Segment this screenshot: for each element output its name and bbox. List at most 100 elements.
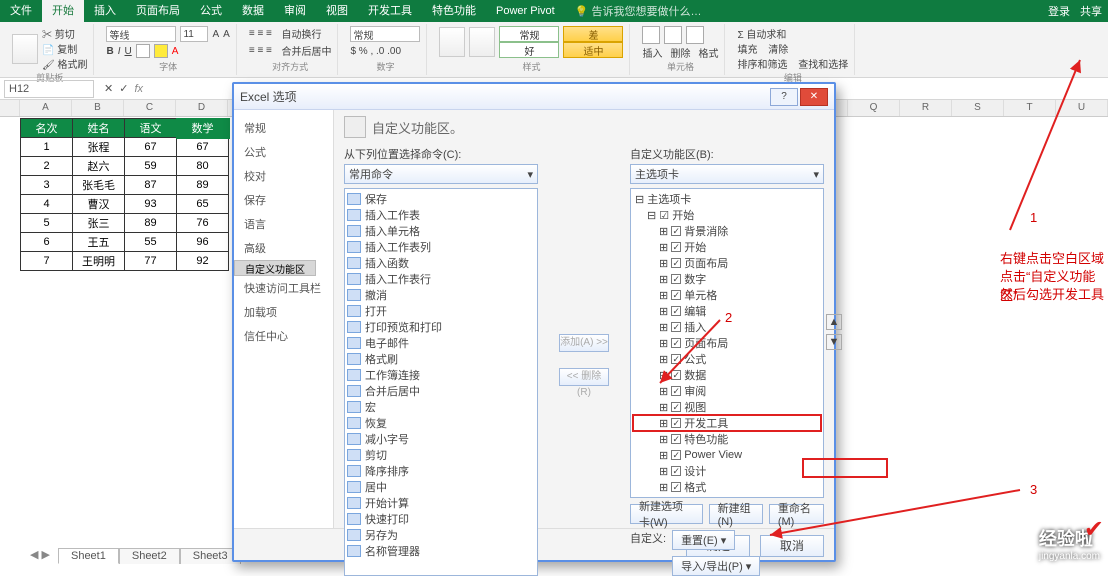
table-cell[interactable]: 89 bbox=[177, 176, 229, 195]
checkbox-icon[interactable]: ✓ bbox=[671, 322, 681, 332]
checkbox-icon[interactable]: ✓ bbox=[671, 306, 681, 316]
cut-button[interactable]: ✂ 剪切 bbox=[42, 26, 87, 41]
command-item[interactable]: 降序排序 bbox=[347, 463, 535, 479]
table-cell[interactable]: 89 bbox=[125, 214, 177, 233]
paste-button[interactable] bbox=[12, 34, 38, 64]
table-cell[interactable]: 55 bbox=[125, 233, 177, 252]
tab-data[interactable]: 数据 bbox=[232, 0, 274, 22]
tab-formulas[interactable]: 公式 bbox=[190, 0, 232, 22]
category-item[interactable]: 校对 bbox=[234, 164, 333, 188]
left-dropdown[interactable]: 常用命令▾ bbox=[344, 164, 538, 184]
fill-color-icon[interactable] bbox=[154, 44, 168, 58]
style-good[interactable]: 好 bbox=[499, 42, 559, 58]
add-button[interactable]: 添加(A) >> bbox=[559, 334, 609, 352]
tree-item[interactable]: ⊞ ✓ 开始 bbox=[633, 239, 821, 255]
checkbox-icon[interactable]: ✓ bbox=[671, 354, 681, 364]
table-cell[interactable]: 王明明 bbox=[73, 252, 125, 271]
style-neutral[interactable]: 适中 bbox=[563, 42, 623, 58]
tree-item[interactable]: ⊞ ✓ 数据 bbox=[633, 367, 821, 383]
category-list[interactable]: 常规公式校对保存语言高级自定义功能区快速访问工具栏加载项信任中心 bbox=[234, 110, 334, 528]
table-cell[interactable]: 87 bbox=[125, 176, 177, 195]
command-item[interactable]: 打印预览和打印 bbox=[347, 319, 535, 335]
command-item[interactable]: 插入工作表行 bbox=[347, 271, 535, 287]
tree-item[interactable]: ⊞ ✓ Power View bbox=[633, 447, 821, 463]
tab-file[interactable]: 文件 bbox=[0, 0, 42, 22]
tree-root[interactable]: ⊟ 主选项卡 bbox=[633, 191, 821, 207]
tree-item[interactable]: ⊞ ✓ 格式 bbox=[633, 479, 821, 495]
font-shrink-icon[interactable]: A bbox=[223, 29, 230, 40]
import-export-button[interactable]: 导入/导出(P) ▾ bbox=[672, 556, 760, 576]
category-item[interactable]: 信任中心 bbox=[234, 324, 333, 348]
sheet-nav[interactable]: ◀ ▶ bbox=[30, 548, 50, 564]
tabs-tree[interactable]: ⊟ 主选项卡⊟ ☑ 开始⊞ ✓ 背景消除⊞ ✓ 开始⊞ ✓ 页面布局⊞ ✓ 数字… bbox=[630, 188, 824, 498]
copy-button[interactable]: 📄 复制 bbox=[42, 41, 87, 56]
tree-item[interactable]: ⊞ ✓ 审阅 bbox=[633, 383, 821, 399]
new-group-button[interactable]: 新建组(N) bbox=[709, 504, 763, 524]
table-cell[interactable]: 3 bbox=[21, 176, 73, 195]
underline-button[interactable]: U bbox=[125, 46, 132, 57]
table-format-button[interactable] bbox=[469, 27, 495, 57]
table-cell[interactable]: 76 bbox=[177, 214, 229, 233]
category-item[interactable]: 自定义功能区 bbox=[234, 260, 316, 276]
command-item[interactable]: 打开 bbox=[347, 303, 535, 319]
category-item[interactable]: 语言 bbox=[234, 212, 333, 236]
tree-item[interactable]: ⊞ ✓ 背景消除 bbox=[633, 223, 821, 239]
sheet-tab-1[interactable]: Sheet1 bbox=[58, 548, 119, 564]
command-item[interactable]: 插入工作表 bbox=[347, 207, 535, 223]
command-item[interactable]: 合并后居中 bbox=[347, 383, 535, 399]
checkbox-icon[interactable]: ✓ bbox=[671, 226, 681, 236]
table-cell[interactable]: 张三 bbox=[73, 214, 125, 233]
command-item[interactable]: 工作簿连接 bbox=[347, 367, 535, 383]
font-name[interactable]: 等线 bbox=[106, 26, 176, 42]
table-cell[interactable]: 93 bbox=[125, 195, 177, 214]
checkbox-icon[interactable]: ✓ bbox=[671, 466, 681, 476]
font-color-icon[interactable]: A bbox=[172, 46, 179, 57]
commands-list[interactable]: 保存插入工作表插入单元格插入工作表列插入函数插入工作表行撤消打开打印预览和打印电… bbox=[344, 188, 538, 576]
tree-item[interactable]: ⊞ ✓ 视图 bbox=[633, 399, 821, 415]
checkbox-icon[interactable]: ✓ bbox=[671, 242, 681, 252]
tab-special[interactable]: 特色功能 bbox=[422, 0, 486, 22]
cancel-icon[interactable]: ✕ bbox=[104, 82, 113, 95]
command-item[interactable]: 开始计算 bbox=[347, 495, 535, 511]
checkbox-icon[interactable]: ✓ bbox=[671, 290, 681, 300]
checkbox-icon[interactable]: ✓ bbox=[671, 418, 681, 428]
table-cell[interactable]: 王五 bbox=[73, 233, 125, 252]
sheet-tabs[interactable]: ◀ ▶ Sheet1 Sheet2 Sheet3 bbox=[30, 548, 241, 564]
tab-powerpivot[interactable]: Power Pivot bbox=[486, 0, 565, 22]
table-cell[interactable]: 1 bbox=[21, 138, 73, 157]
tree-item[interactable]: ⊞ ✓ 设计 bbox=[633, 463, 821, 479]
cond-format-button[interactable] bbox=[439, 27, 465, 57]
bold-button[interactable]: B bbox=[106, 46, 113, 57]
checkbox-icon[interactable]: ✓ bbox=[671, 258, 681, 268]
italic-button[interactable]: I bbox=[118, 46, 121, 57]
table-cell[interactable]: 59 bbox=[125, 157, 177, 176]
table-cell[interactable]: 张程 bbox=[73, 138, 125, 157]
command-item[interactable]: 插入工作表列 bbox=[347, 239, 535, 255]
checkbox-icon[interactable]: ✓ bbox=[671, 370, 681, 380]
table-cell[interactable]: 2 bbox=[21, 157, 73, 176]
move-down-icon[interactable]: ▼ bbox=[826, 334, 842, 350]
command-item[interactable]: 保存 bbox=[347, 191, 535, 207]
autosum-button[interactable]: Σ 自动求和 bbox=[737, 26, 786, 41]
tree-item[interactable]: ⊞ ✓ 公式 bbox=[633, 351, 821, 367]
command-item[interactable]: 剪切 bbox=[347, 447, 535, 463]
tree-item[interactable]: ⊞ ✓ 开发工具 bbox=[633, 415, 821, 431]
command-item[interactable]: 名称管理器 bbox=[347, 543, 535, 559]
command-item[interactable]: 插入函数 bbox=[347, 255, 535, 271]
delete-cell-icon[interactable] bbox=[664, 26, 682, 44]
brush-button[interactable]: 🖌 格式刷 bbox=[42, 56, 87, 71]
command-item[interactable]: 居中 bbox=[347, 479, 535, 495]
table-cell[interactable]: 6 bbox=[21, 233, 73, 252]
command-item[interactable]: 另存为 bbox=[347, 527, 535, 543]
category-item[interactable]: 保存 bbox=[234, 188, 333, 212]
table-cell[interactable]: 65 bbox=[177, 195, 229, 214]
checkbox-icon[interactable]: ✓ bbox=[671, 274, 681, 284]
command-item[interactable]: 恢复 bbox=[347, 415, 535, 431]
clear-button[interactable]: 清除 bbox=[768, 41, 788, 56]
find-button[interactable]: 查找和选择 bbox=[798, 56, 848, 71]
tree-item[interactable]: ⊞ ✓ 特色功能 bbox=[633, 431, 821, 447]
tab-developer[interactable]: 开发工具 bbox=[358, 0, 422, 22]
wrap-button[interactable]: 自动换行 bbox=[281, 26, 321, 41]
insert-cell-icon[interactable] bbox=[642, 26, 660, 44]
table-cell[interactable]: 77 bbox=[125, 252, 177, 271]
